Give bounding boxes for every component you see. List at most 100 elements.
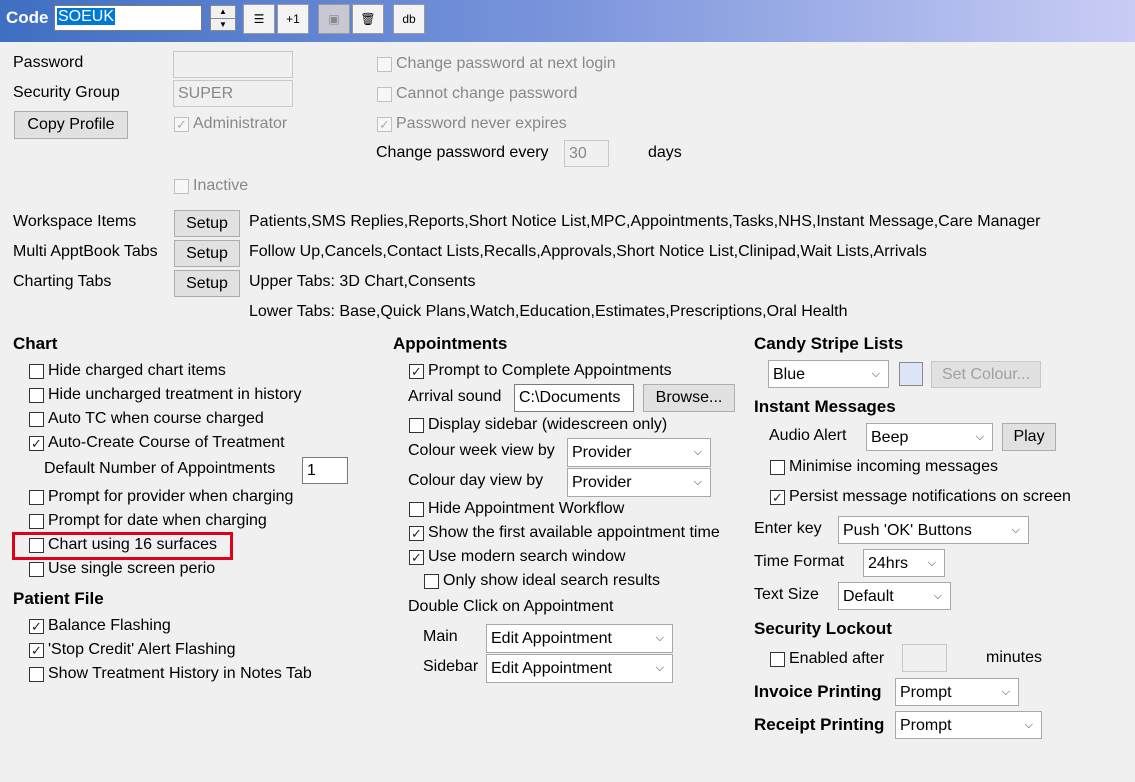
balance-flashing-checkbox[interactable]: ✓ [29,619,44,634]
appointments-section-title: Appointments [393,334,508,353]
hide-workflow-checkbox[interactable] [409,502,424,517]
colour-swatch[interactable] [899,362,923,386]
prompt-date-label: Prompt for date when charging [48,512,267,529]
colour-day-label: Colour day view by [408,472,544,489]
change-at-next-login-label: Change password at next login [396,55,616,72]
chevron-down-icon: ⌵ [927,557,936,569]
chevron-down-icon: ⌵ [655,632,664,644]
default-appointments-label: Default Number of Appointments [44,460,276,477]
save-button[interactable]: ▣ [318,4,350,34]
stop-credit-label: 'Stop Credit' Alert Flashing [48,641,236,658]
persist-label: Persist message notifications on screen [789,488,1071,505]
align-button[interactable]: ☰ [243,4,275,34]
chevron-down-icon: ⌵ [1011,524,1020,536]
never-expires-checkbox[interactable]: ✓ [377,117,392,132]
charting-setup-button[interactable]: Setup [174,270,240,297]
days-label: days [648,144,682,161]
db-button[interactable]: db [393,4,425,34]
spin-down-icon[interactable]: ▼ [211,19,235,31]
arrival-sound-field[interactable]: C:\Documents [514,384,634,412]
auto-tc-label: Auto TC when course charged [48,410,264,427]
multi-apptbook-label: Multi ApptBook Tabs [13,243,158,260]
default-appointments-field[interactable]: 1 [302,457,348,484]
sidebar-double-click-select[interactable]: Edit Appointment ⌵ [486,654,673,683]
display-sidebar-checkbox[interactable] [409,418,424,433]
receipt-printing-label: Receipt Printing [754,715,885,734]
minutes-label: minutes [986,649,1043,666]
chart-section-title: Chart [13,334,58,353]
cannot-change-checkbox[interactable] [377,87,392,102]
invoice-printing-label: Invoice Printing [754,682,882,701]
minimise-checkbox[interactable] [770,460,785,475]
inactive-checkbox[interactable] [174,179,189,194]
set-colour-button[interactable]: Set Colour... [931,361,1041,388]
chevron-down-icon: ⌵ [871,368,880,380]
candy-stripe-title: Candy Stripe Lists [754,334,904,353]
toolbar: Code SOEUK ▲ ▼ ☰ +1 ▣ 🗑 db [0,0,1135,42]
invoice-printing-select[interactable]: Prompt ⌵ [895,678,1019,706]
text-size-select[interactable]: Default ⌵ [838,582,951,610]
auto-tc-checkbox[interactable] [29,412,44,427]
patient-file-title: Patient File [13,589,104,608]
minimise-label: Minimise incoming messages [789,458,998,475]
browse-button[interactable]: Browse... [643,384,735,412]
delete-button[interactable]: 🗑 [352,4,384,34]
chevron-down-icon: ⌵ [1001,686,1010,698]
modern-search-checkbox[interactable]: ✓ [409,550,424,565]
hide-charged-checkbox[interactable] [29,364,44,379]
single-perio-checkbox[interactable] [29,562,44,577]
change-every-label: Change password every [376,144,549,161]
password-label: Password [13,54,84,71]
main-label: Main [423,628,458,645]
security-group-field[interactable]: SUPER [173,80,293,107]
chevron-down-icon: ⌵ [975,431,984,443]
candy-stripe-select[interactable]: Blue ⌵ [768,360,889,388]
enabled-after-field[interactable] [902,644,947,672]
highlight-box [12,532,233,560]
show-history-checkbox[interactable] [29,667,44,682]
password-field[interactable] [173,51,293,78]
never-expires-label: Password never expires [396,115,567,132]
display-sidebar-label: Display sidebar (widescreen only) [428,416,668,433]
enabled-after-checkbox[interactable] [770,652,785,667]
auto-create-label: Auto-Create Course of Treatment [48,434,285,451]
workspace-setup-button[interactable]: Setup [174,210,240,237]
code-spinner[interactable]: ▲ ▼ [210,5,236,31]
prompt-date-checkbox[interactable] [29,514,44,529]
play-button[interactable]: Play [1002,423,1056,451]
administrator-checkbox[interactable]: ✓ [174,117,189,132]
copy-profile-button[interactable]: Copy Profile [14,111,128,139]
hide-uncharged-checkbox[interactable] [29,388,44,403]
text-align-left-icon: ☰ [253,12,265,26]
multi-setup-button[interactable]: Setup [174,240,240,267]
trash-icon: 🗑 [360,12,376,26]
time-format-select[interactable]: 24hrs ⌵ [863,549,945,577]
administrator-label: Administrator [193,115,288,132]
prompt-provider-checkbox[interactable] [29,490,44,505]
change-at-next-login-checkbox[interactable] [377,57,392,72]
show-history-label: Show Treatment History in Notes Tab [48,665,312,682]
stop-credit-checkbox[interactable]: ✓ [29,643,44,658]
change-every-field[interactable]: 30 [564,140,609,167]
main-double-click-select[interactable]: Edit Appointment ⌵ [486,624,673,653]
persist-checkbox[interactable]: ✓ [770,490,785,505]
balance-flashing-label: Balance Flashing [48,617,171,634]
arrival-sound-label: Arrival sound [408,388,502,405]
spin-up-icon[interactable]: ▲ [211,6,235,19]
chevron-down-icon: ⌵ [693,476,702,488]
receipt-printing-select[interactable]: Prompt ⌵ [895,711,1042,739]
single-perio-label: Use single screen perio [48,560,216,577]
audio-alert-select[interactable]: Beep ⌵ [866,423,993,451]
chevron-down-icon: ⌵ [693,446,702,458]
plus-one-button[interactable]: +1 [277,4,309,34]
code-input[interactable]: SOEUK [54,5,202,31]
auto-create-checkbox[interactable]: ✓ [29,436,44,451]
ideal-only-label: Only show ideal search results [443,572,660,589]
ideal-only-checkbox[interactable] [424,574,439,589]
show-first-label: Show the first available appointment tim… [428,524,720,541]
colour-day-select[interactable]: Provider ⌵ [567,468,711,497]
enter-key-select[interactable]: Push 'OK' Buttons ⌵ [838,516,1029,544]
show-first-checkbox[interactable]: ✓ [409,526,424,541]
colour-week-select[interactable]: Provider ⌵ [567,438,711,467]
prompt-complete-checkbox[interactable]: ✓ [409,364,424,379]
